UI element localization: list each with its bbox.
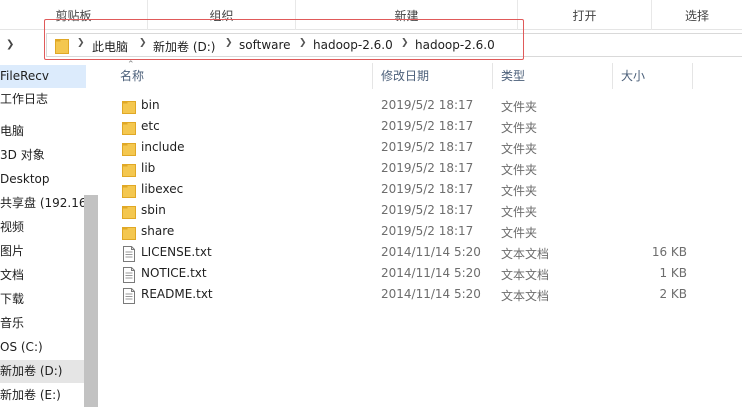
nav-item-desktop[interactable]: Desktop <box>0 168 86 191</box>
column-size[interactable]: 大小 <box>613 63 693 89</box>
file-row[interactable]: bin 2019/5/2 18:17 文件夹 <box>112 96 742 117</box>
nav-item-work-log[interactable]: 工作日志 <box>0 88 86 111</box>
file-type: 文本文档 <box>501 247 550 261</box>
file-type: 文件夹 <box>501 121 538 135</box>
nav-item-filerecv[interactable]: FileRecv <box>0 65 86 88</box>
text-file-icon <box>122 288 136 304</box>
chevron-right-icon[interactable]: ❯ <box>6 39 16 50</box>
file-row[interactable]: README.txt 2014/11/14 5:20 文本文档 2 KB <box>112 285 742 306</box>
address-row: ❯ ❯ 此电脑 ❯ 新加卷 (D:) ❯ software ❯ hadoop-2… <box>0 30 742 60</box>
column-name[interactable]: 名称 <box>112 63 373 89</box>
file-date-modified: 2019/5/2 18:17 <box>381 119 474 133</box>
nav-item-this-pc[interactable]: 电脑 <box>0 120 86 143</box>
file-row[interactable]: share 2019/5/2 18:17 文件夹 <box>112 222 742 243</box>
ribbon-group-open[interactable]: 打开 <box>518 0 652 30</box>
ribbon: 剪贴板 组织 新建 打开 选择 <box>0 0 742 30</box>
folder-icon <box>122 99 136 115</box>
nav-item-pictures[interactable]: 图片 <box>0 240 86 263</box>
ribbon-group-new[interactable]: 新建 <box>296 0 518 30</box>
folder-icon <box>122 225 136 241</box>
file-date-modified: 2014/11/14 5:20 <box>381 245 481 259</box>
breadcrumb-drive-d[interactable]: 新加卷 (D:) <box>153 38 215 55</box>
navigation-pane: FileRecv 工作日志 电脑 3D 对象 Desktop 共享盘 (192.… <box>0 61 86 407</box>
ribbon-group-clipboard[interactable]: 剪贴板 <box>0 0 148 30</box>
nav-item-videos[interactable]: 视频 <box>0 216 86 239</box>
text-file-icon <box>122 246 136 262</box>
file-date-modified: 2019/5/2 18:17 <box>381 161 474 175</box>
file-date-modified: 2014/11/14 5:20 <box>381 287 481 301</box>
file-type: 文件夹 <box>501 163 538 177</box>
file-name: sbin <box>141 203 166 217</box>
ribbon-group-select[interactable]: 选择 <box>652 0 742 30</box>
file-type: 文件夹 <box>501 226 538 240</box>
breadcrumb-separator-icon[interactable]: ❯ <box>225 38 233 48</box>
column-header: 名称 修改日期 类型 大小 <box>112 63 742 89</box>
nav-item-documents[interactable]: 文档 <box>0 264 86 287</box>
file-row[interactable]: libexec 2019/5/2 18:17 文件夹 <box>112 180 742 201</box>
breadcrumb-separator-icon[interactable]: ❯ <box>299 38 307 48</box>
breadcrumb-separator-icon[interactable]: ❯ <box>77 38 85 48</box>
folder-icon <box>122 204 136 220</box>
file-name: include <box>141 140 185 154</box>
file-name: README.txt <box>141 287 213 301</box>
file-size: 1 KB <box>659 266 687 280</box>
file-date-modified: 2019/5/2 18:17 <box>381 224 474 238</box>
breadcrumb-separator-icon[interactable]: ❯ <box>401 38 409 48</box>
file-type: 文件夹 <box>501 142 538 156</box>
folder-icon <box>122 183 136 199</box>
nav-item-drive-e[interactable]: 新加卷 (E:) <box>0 384 86 407</box>
column-date-modified[interactable]: 修改日期 <box>373 63 493 89</box>
file-name: LICENSE.txt <box>141 245 212 259</box>
file-name: share <box>141 224 175 238</box>
file-type: 文件夹 <box>501 205 538 219</box>
breadcrumb-hadoop-current[interactable]: hadoop-2.6.0 <box>415 38 495 52</box>
folder-icon <box>55 39 69 54</box>
file-row[interactable]: etc 2019/5/2 18:17 文件夹 <box>112 117 742 138</box>
file-type: 文件夹 <box>501 100 538 114</box>
nav-item-3d-objects[interactable]: 3D 对象 <box>0 144 86 167</box>
file-date-modified: 2019/5/2 18:17 <box>381 182 474 196</box>
nav-item-drive-c[interactable]: OS (C:) <box>0 336 86 359</box>
file-name: bin <box>141 98 160 112</box>
nav-item-shared-drive[interactable]: 共享盘 (192.168 <box>0 192 86 215</box>
folder-icon <box>122 141 136 157</box>
file-size: 2 KB <box>659 287 687 301</box>
folder-icon <box>122 162 136 178</box>
address-bar[interactable]: ❯ 此电脑 ❯ 新加卷 (D:) ❯ software ❯ hadoop-2.6… <box>46 33 742 57</box>
file-type: 文件夹 <box>501 184 538 198</box>
file-type: 文本文档 <box>501 268 550 282</box>
navigation-scrollbar[interactable] <box>84 195 98 407</box>
file-date-modified: 2014/11/14 5:20 <box>381 266 481 280</box>
nav-item-drive-d[interactable]: 新加卷 (D:) <box>0 360 86 383</box>
file-type: 文本文档 <box>501 289 550 303</box>
file-date-modified: 2019/5/2 18:17 <box>381 203 474 217</box>
ribbon-group-organize[interactable]: 组织 <box>148 0 296 30</box>
file-name: lib <box>141 161 156 175</box>
file-row[interactable]: lib 2019/5/2 18:17 文件夹 <box>112 159 742 180</box>
file-date-modified: 2019/5/2 18:17 <box>381 98 474 112</box>
text-file-icon <box>122 267 136 283</box>
folder-icon <box>122 120 136 136</box>
file-row[interactable]: sbin 2019/5/2 18:17 文件夹 <box>112 201 742 222</box>
file-row[interactable]: LICENSE.txt 2014/11/14 5:20 文本文档 16 KB <box>112 243 742 264</box>
breadcrumb-separator-icon[interactable]: ❯ <box>139 38 147 48</box>
file-size: 16 KB <box>651 245 687 259</box>
file-row[interactable]: include 2019/5/2 18:17 文件夹 <box>112 138 742 159</box>
file-name: etc <box>141 119 160 133</box>
file-name: libexec <box>141 182 184 196</box>
breadcrumb-this-pc[interactable]: 此电脑 <box>92 38 128 55</box>
column-type[interactable]: 类型 <box>493 63 613 89</box>
nav-item-downloads[interactable]: 下载 <box>0 288 86 311</box>
file-row[interactable]: NOTICE.txt 2014/11/14 5:20 文本文档 1 KB <box>112 264 742 285</box>
breadcrumb-software[interactable]: software <box>239 38 291 52</box>
file-name: NOTICE.txt <box>141 266 207 280</box>
file-date-modified: 2019/5/2 18:17 <box>381 140 474 154</box>
breadcrumb-hadoop-parent[interactable]: hadoop-2.6.0 <box>313 38 393 52</box>
nav-item-music[interactable]: 音乐 <box>0 312 86 335</box>
